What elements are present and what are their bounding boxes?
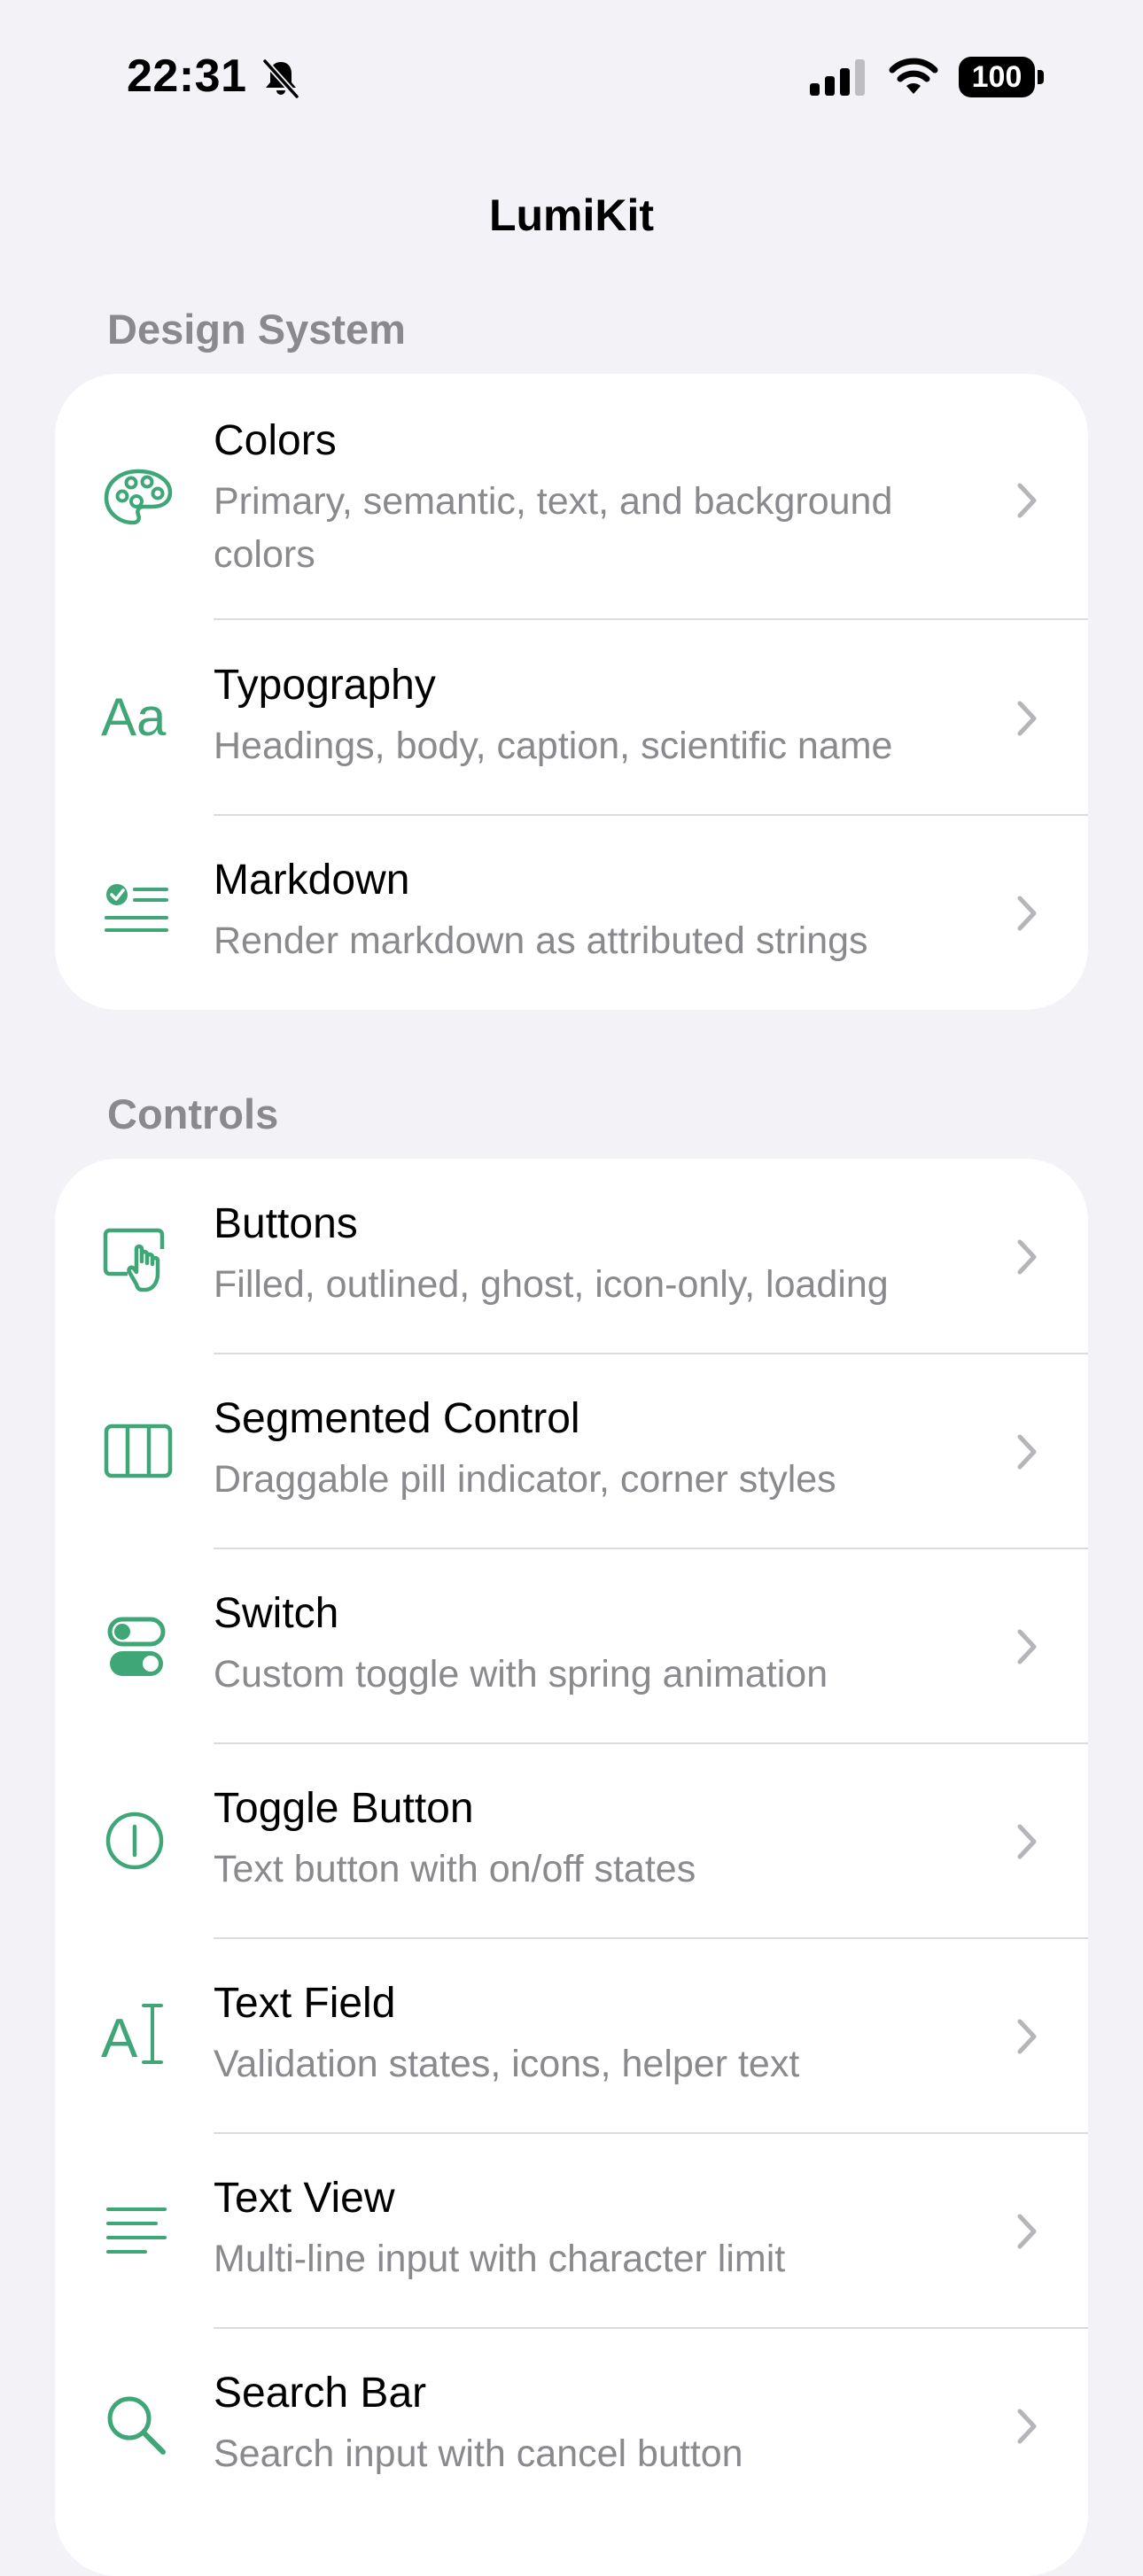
list-item-title: Markdown: [214, 857, 410, 904]
list-item-subtitle: Custom toggle with spring animation: [214, 1653, 828, 1695]
chevron-right-icon: [1012, 1819, 1042, 1864]
chevron-right-icon: [1012, 1430, 1042, 1474]
text-lines-icon: [101, 2195, 175, 2270]
list-item-subtitle: Draggable pill indicator, corner styles: [214, 1458, 836, 1501]
list-item-title: Buttons: [214, 1200, 358, 1247]
list-item-subtitle: Render markdown as attributed strings: [214, 919, 868, 962]
list-item-title: Switch: [214, 1590, 339, 1637]
chevron-right-icon: [1012, 2404, 1042, 2448]
list-item-typography[interactable]: Aa Typography Headings, body, caption, s…: [55, 620, 1088, 815]
chevron-right-icon: [1012, 478, 1042, 523]
checklist-icon: [101, 877, 175, 951]
battery-level: 100: [959, 57, 1035, 97]
chevron-right-icon: [1012, 2209, 1042, 2254]
chevron-right-icon: [1012, 2014, 1042, 2059]
switch-toggles-icon: [101, 1610, 175, 1685]
list-item-search-bar[interactable]: Search Bar Search input with cancel butt…: [55, 2328, 1088, 2523]
bell-slash-icon: [259, 57, 303, 101]
text-cursor-icon: A: [101, 1997, 175, 2071]
design-system-card: Colors Primary, semantic, text, and back…: [55, 374, 1088, 1010]
chevron-right-icon: [1012, 696, 1042, 741]
list-item-subtitle: Validation states, icons, helper text: [214, 2043, 800, 2085]
status-time: 22:31: [127, 50, 247, 102]
battery-icon: 100: [959, 57, 1044, 97]
textformat-icon: Aa: [101, 680, 175, 755]
list-item-segmented-control[interactable]: Segmented Control Draggable pill indicat…: [55, 1354, 1088, 1548]
list-item-colors[interactable]: Colors Primary, semantic, text, and back…: [55, 374, 1088, 620]
list-item-subtitle: Primary, semantic, text, and background …: [214, 480, 893, 576]
list-item-buttons[interactable]: Buttons Filled, outlined, ghost, icon-on…: [55, 1159, 1088, 1354]
chevron-right-icon: [1012, 891, 1042, 935]
power-circle-icon: [101, 1804, 175, 1878]
chevron-right-icon: [1012, 1235, 1042, 1279]
list-item-title: Text View: [214, 2175, 395, 2222]
list-item-markdown[interactable]: Markdown Render markdown as attributed s…: [55, 815, 1088, 1010]
list-item-subtitle: Multi-line input with character limit: [214, 2238, 786, 2280]
segmented-columns-icon: [101, 1414, 175, 1488]
palette-icon: [101, 461, 175, 535]
wifi-icon: [886, 55, 941, 96]
svg-text:Aa: Aa: [101, 687, 167, 747]
list-item-title: Search Bar: [214, 2370, 427, 2417]
controls-card: Buttons Filled, outlined, ghost, icon-on…: [55, 1159, 1088, 2576]
hand-tap-icon: [101, 1222, 175, 1297]
list-item-title: Toggle Button: [214, 1785, 474, 1832]
list-item-switch[interactable]: Switch Custom toggle with spring animati…: [55, 1548, 1088, 1743]
list-item-subtitle: Text button with on/off states: [214, 1848, 696, 1890]
list-item-title: Segmented Control: [214, 1395, 580, 1442]
list-item-subtitle: Filled, outlined, ghost, icon-only, load…: [214, 1263, 889, 1306]
list-item-text-view[interactable]: Text View Multi-line input with characte…: [55, 2133, 1088, 2328]
section-header-controls: Controls: [107, 1090, 279, 1137]
magnifying-glass-icon: [101, 2390, 175, 2464]
section-header-design-system: Design System: [107, 306, 406, 353]
list-item-subtitle: Search input with cancel button: [214, 2432, 743, 2475]
list-item-title: Text Field: [214, 1980, 396, 2027]
list-item-toggle-button[interactable]: Toggle Button Text button with on/off st…: [55, 1743, 1088, 1938]
list-item-title: Typography: [214, 662, 436, 709]
status-bar: 22:31 100: [0, 0, 1143, 159]
list-item-title: Colors: [214, 417, 337, 464]
list-item-subtitle: Headings, body, caption, scientific name: [214, 725, 893, 767]
list-item-text-field[interactable]: A Text Field Validation states, icons, h…: [55, 1938, 1088, 2133]
svg-text:A: A: [101, 2008, 138, 2069]
cellular-signal-icon: [810, 58, 868, 96]
chevron-right-icon: [1012, 1625, 1042, 1669]
page-title: LumiKit: [488, 190, 655, 240]
